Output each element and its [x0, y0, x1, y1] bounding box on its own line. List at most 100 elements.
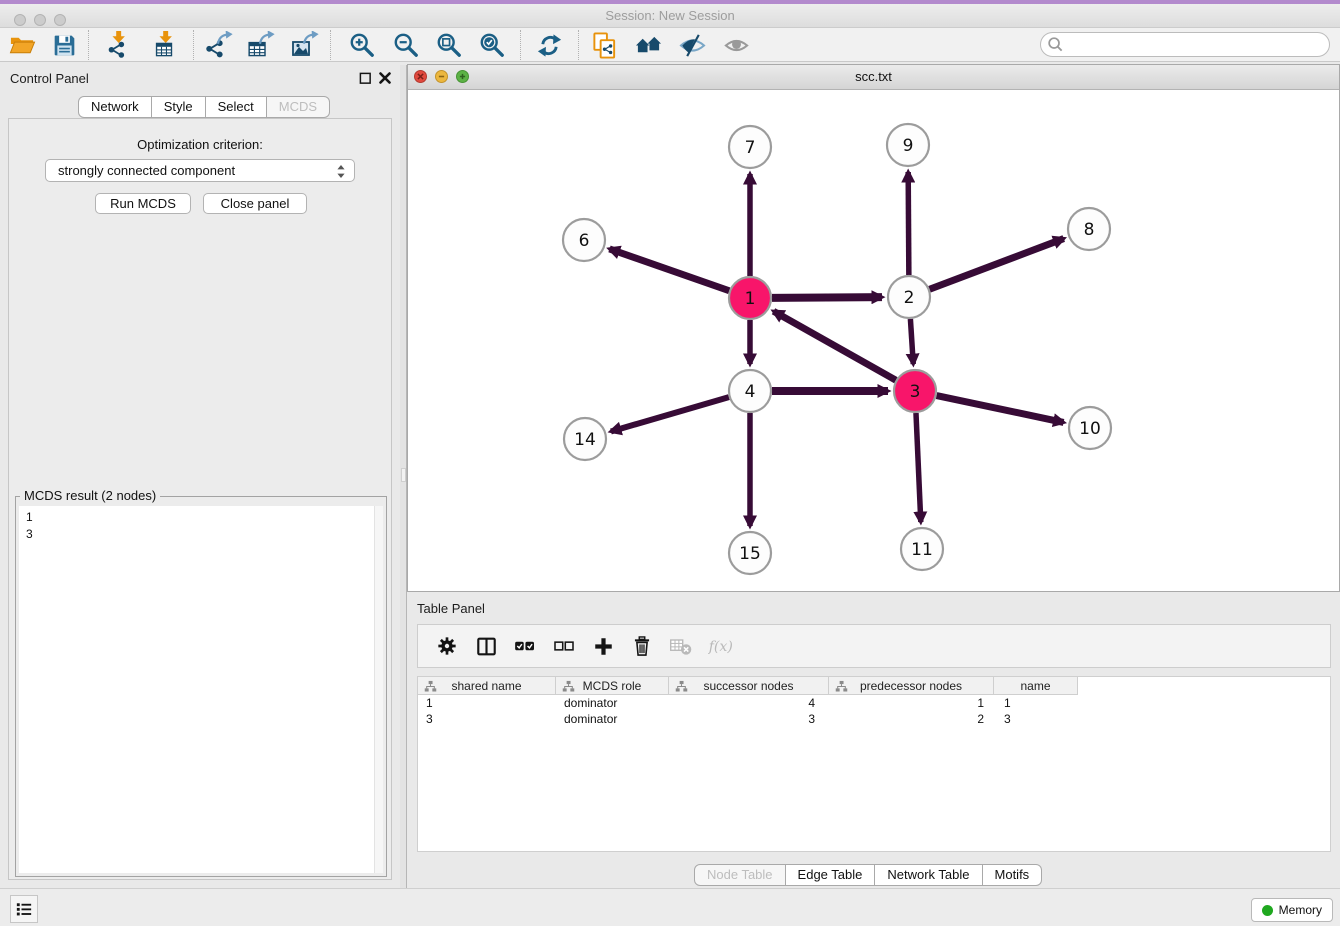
toolbar-separator: [330, 30, 331, 60]
mcds-result-scrollbar[interactable]: [374, 506, 383, 873]
zoom-fit-icon[interactable]: [434, 30, 464, 60]
tab-style[interactable]: Style: [152, 96, 206, 118]
search-input[interactable]: [1040, 32, 1330, 57]
memory-label: Memory: [1279, 903, 1322, 917]
cell-name[interactable]: 1: [994, 695, 1078, 711]
network-view-frame: scc.txt 1234678910111415: [407, 64, 1340, 592]
toolbar-separator: [520, 30, 521, 60]
tab-mcds[interactable]: MCDS: [267, 96, 330, 118]
frame-minimize-icon[interactable]: [435, 70, 448, 83]
cell-mcds-role[interactable]: dominator: [556, 711, 669, 727]
frame-close-icon[interactable]: [414, 70, 427, 83]
criterion-select[interactable]: strongly connected component: [45, 159, 355, 182]
control-panel-tabs: Network Style Select MCDS: [78, 96, 330, 118]
traffic-lights: [14, 14, 66, 26]
toggle-panel-columns-icon[interactable]: [474, 634, 498, 658]
splitter-grip[interactable]: [401, 468, 406, 482]
cell-name[interactable]: 3: [994, 711, 1078, 727]
run-mcds-button[interactable]: Run MCDS: [95, 193, 191, 214]
tab-network[interactable]: Network: [78, 96, 152, 118]
frame-maximize-icon[interactable]: [456, 70, 469, 83]
maximize-window-button[interactable]: [54, 14, 66, 26]
table-panel: Table Panel shared name MCDS role succes…: [407, 596, 1340, 888]
zoom-selected-icon[interactable]: [477, 30, 507, 60]
graph-edge[interactable]: [910, 319, 913, 364]
graph-edge[interactable]: [916, 413, 921, 522]
cell-predecessor-nodes[interactable]: 1: [829, 695, 994, 711]
tab-edge-table[interactable]: Edge Table: [786, 864, 876, 886]
import-network-icon[interactable]: [103, 30, 133, 60]
mcds-result-text[interactable]: 1 3: [19, 506, 383, 873]
network-frame-titlebar[interactable]: scc.txt: [408, 65, 1339, 90]
table-tabs: Node Table Edge Table Network Table Moti…: [694, 864, 1042, 886]
task-history-button[interactable]: [10, 895, 38, 923]
cell-shared-name[interactable]: 3: [418, 711, 556, 727]
delete-table-icon[interactable]: [669, 634, 693, 658]
import-table-icon[interactable]: [150, 30, 180, 60]
function-builder-icon[interactable]: [708, 634, 732, 658]
graph-edge[interactable]: [774, 311, 896, 380]
graph-edge[interactable]: [772, 297, 882, 298]
column-header-name[interactable]: name: [994, 677, 1078, 695]
open-session-icon[interactable]: [7, 30, 37, 60]
control-panel: Control Panel Network Style Select MCDS …: [0, 65, 400, 888]
graph-node-label: 11: [911, 540, 933, 560]
cell-mcds-role[interactable]: dominator: [556, 695, 669, 711]
graph-edge[interactable]: [930, 239, 1064, 290]
column-header-mcds-role[interactable]: MCDS role: [556, 677, 669, 695]
tab-node-table[interactable]: Node Table: [694, 864, 786, 886]
save-session-icon[interactable]: [49, 30, 79, 60]
clear-selection-icon[interactable]: [552, 634, 576, 658]
criterion-value: strongly connected component: [58, 163, 235, 178]
tab-motifs[interactable]: Motifs: [983, 864, 1043, 886]
float-panel-icon[interactable]: [359, 72, 372, 85]
tree-icon: [562, 680, 575, 693]
close-panel-icon[interactable]: [378, 71, 392, 85]
column-header-predecessor-nodes[interactable]: predecessor nodes: [829, 677, 994, 695]
home-neighbors-icon[interactable]: [633, 30, 663, 60]
settings-gear-icon[interactable]: [435, 634, 459, 658]
close-panel-button[interactable]: Close panel: [203, 193, 307, 214]
export-network-icon[interactable]: [204, 30, 234, 60]
table-row[interactable]: 1 dominator 4 1 1: [418, 695, 1330, 711]
export-table-icon[interactable]: [246, 30, 276, 60]
eye-preview-icon[interactable]: [721, 30, 751, 60]
refresh-icon[interactable]: [534, 30, 564, 60]
zoom-out-icon[interactable]: [391, 30, 421, 60]
cell-shared-name[interactable]: 1: [418, 695, 556, 711]
minimize-window-button[interactable]: [34, 14, 46, 26]
clone-network-icon[interactable]: [589, 30, 619, 60]
network-canvas[interactable]: 1234678910111415: [408, 90, 1339, 591]
network-frame-title: scc.txt: [408, 65, 1339, 89]
graph-edge[interactable]: [937, 396, 1064, 423]
tab-network-table[interactable]: Network Table: [875, 864, 982, 886]
delete-column-icon[interactable]: [630, 634, 654, 658]
table-row[interactable]: 3 dominator 3 2 3: [418, 711, 1330, 727]
add-column-icon[interactable]: [591, 634, 615, 658]
cell-successor-nodes[interactable]: 4: [669, 695, 829, 711]
select-all-icon[interactable]: [513, 634, 537, 658]
column-header-successor-nodes[interactable]: successor nodes: [669, 677, 829, 695]
graph-edge[interactable]: [611, 397, 729, 431]
tree-icon: [424, 680, 437, 693]
tab-select[interactable]: Select: [206, 96, 267, 118]
close-window-button[interactable]: [14, 14, 26, 26]
cell-predecessor-nodes[interactable]: 2: [829, 711, 994, 727]
table-panel-title: Table Panel: [417, 601, 485, 616]
mcds-panel-body: Optimization criterion: strongly connect…: [8, 118, 392, 880]
graph-node-label: 2: [904, 288, 915, 308]
graph-edge[interactable]: [609, 249, 729, 291]
graph-node-label: 10: [1079, 419, 1101, 439]
zoom-in-icon[interactable]: [347, 30, 377, 60]
graph-edge[interactable]: [908, 172, 909, 275]
column-header-shared-name[interactable]: shared name: [418, 677, 556, 695]
graphics-details-toggle-icon[interactable]: [677, 30, 707, 60]
toolbar-separator: [193, 30, 194, 60]
memory-status-dot: [1262, 905, 1273, 916]
export-image-icon[interactable]: [290, 30, 320, 60]
memory-button[interactable]: Memory: [1251, 898, 1333, 922]
table-toolbar: [417, 624, 1331, 668]
cell-successor-nodes[interactable]: 3: [669, 711, 829, 727]
control-panel-title: Control Panel: [10, 71, 89, 86]
vertical-splitter[interactable]: [400, 65, 407, 888]
